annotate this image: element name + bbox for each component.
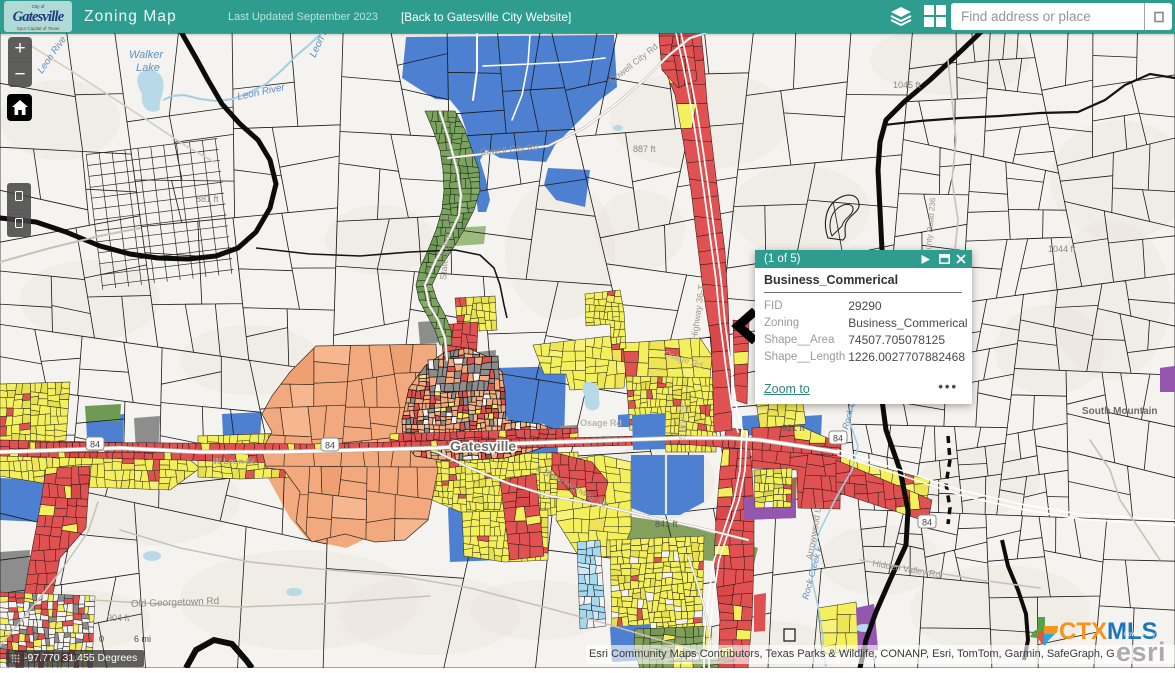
svg-text:841 ft: 841 ft [655, 519, 678, 529]
svg-text:881 ft: 881 ft [196, 194, 219, 204]
svg-text:84: 84 [325, 441, 335, 451]
svg-text:921 ft: 921 ft [782, 423, 805, 433]
svg-text:1044 ft: 1044 ft [1048, 244, 1076, 254]
svg-text:84: 84 [922, 518, 932, 528]
svg-text:Gatesville: Gatesville [450, 438, 516, 454]
svg-text:Osage Rd: Osage Rd [580, 418, 622, 428]
svg-text:84: 84 [90, 440, 100, 450]
svg-text:Lake: Lake [136, 62, 160, 74]
svg-text:W Leon St: W Leon St [213, 456, 255, 466]
svg-text:84: 84 [833, 434, 843, 444]
svg-text:1045 ft: 1045 ft [893, 80, 921, 90]
svg-text:887 ft: 887 ft [633, 144, 656, 154]
svg-text:904 ft: 904 ft [107, 613, 130, 623]
svg-text:Walker: Walker [129, 49, 164, 61]
svg-text:S 36th St: S 36th St [677, 402, 688, 440]
svg-text:South Mountain: South Mountain [1082, 406, 1158, 417]
